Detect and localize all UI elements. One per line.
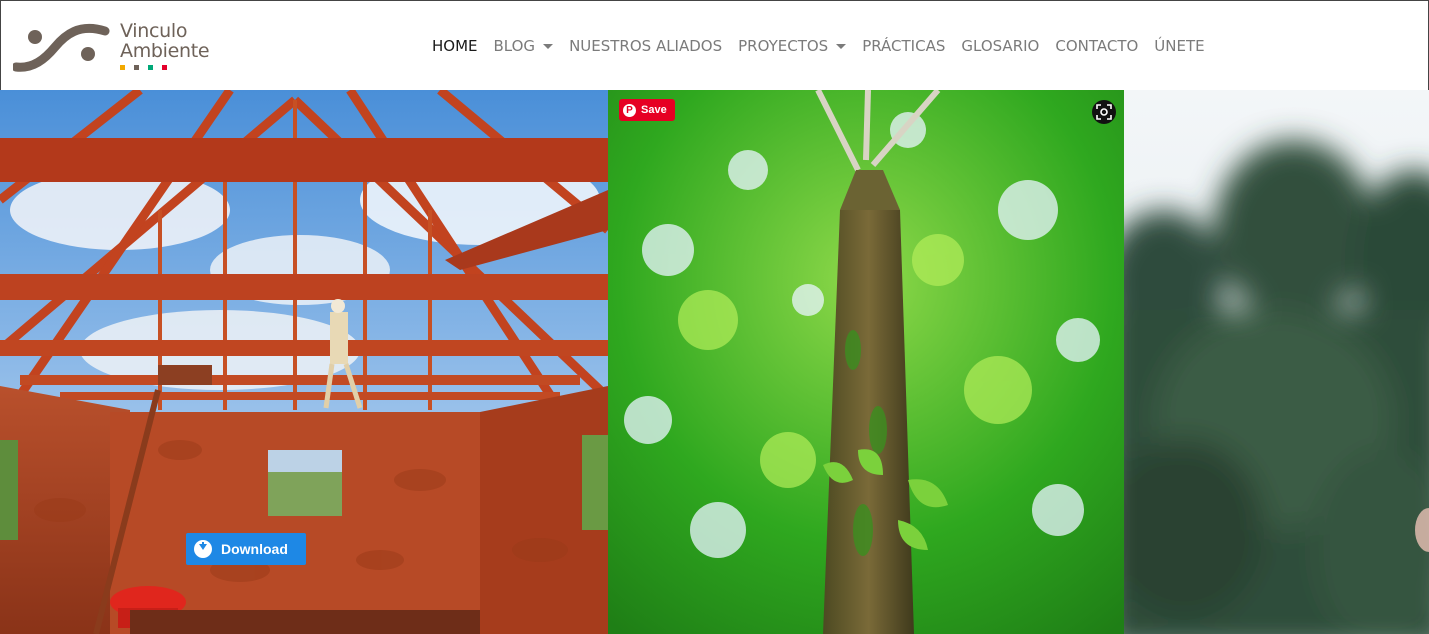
download-circle-icon	[194, 540, 212, 558]
blurred-forest-image	[1124, 90, 1429, 634]
download-label: Download	[221, 541, 288, 557]
tree-canopy-image	[608, 90, 1124, 634]
site-logo[interactable]: Vinculo Ambiente	[13, 19, 233, 73]
nav-item-aliados[interactable]: NUESTROS ALIADOS	[569, 37, 722, 55]
brand-color-dots	[120, 65, 167, 70]
nav-label-aliados: NUESTROS ALIADOS	[569, 37, 723, 55]
nav-item-home[interactable]: HOME	[432, 37, 478, 55]
nav-item-unete[interactable]: ÚNETE	[1154, 37, 1204, 55]
nav-label-practicas: PRÁCTICAS	[862, 37, 946, 55]
brand-line-2: Ambiente	[120, 40, 210, 62]
photo-gallery: Download P Save	[0, 90, 1429, 634]
brand-dot-3	[148, 65, 153, 70]
brand-name: Vinculo Ambiente	[120, 20, 210, 62]
download-button[interactable]: Download	[186, 533, 306, 565]
brand-dot-2	[134, 65, 139, 70]
nav-item-practicas[interactable]: PRÁCTICAS	[862, 37, 945, 55]
nav-item-glosario[interactable]: GLOSARIO	[961, 37, 1039, 55]
brand-dot-1	[120, 65, 125, 70]
nav-label-glosario: GLOSARIO	[961, 37, 1040, 55]
gallery-photo-forest[interactable]	[1124, 90, 1429, 634]
visual-search-button[interactable]	[1092, 100, 1116, 124]
chevron-down-icon	[543, 43, 554, 49]
main-nav: HOME BLOG NUESTROS ALIADOS PROYECTOS PRÁ…	[432, 37, 1221, 55]
pinterest-icon: P	[623, 103, 636, 117]
nav-item-contacto[interactable]: CONTACTO	[1055, 37, 1138, 55]
gallery-photo-house[interactable]: Download	[0, 90, 608, 634]
nav-item-proyectos[interactable]: PROYECTOS	[738, 37, 847, 55]
nav-label-home: HOME	[432, 37, 478, 55]
vinculo-ambiente-swirl-logo	[13, 23, 110, 72]
gallery-photo-tree[interactable]: P Save	[608, 90, 1124, 634]
pinterest-save-button[interactable]: P Save	[619, 99, 675, 121]
nav-label-unete: ÚNETE	[1154, 37, 1205, 55]
nav-item-blog[interactable]: BLOG	[494, 37, 554, 55]
chevron-down-icon	[836, 43, 847, 49]
visual-search-icon	[1096, 104, 1112, 120]
nav-label-blog: BLOG	[493, 37, 536, 55]
site-header: Vinculo Ambiente HOME BLOG NUESTROS ALIA…	[0, 0, 1429, 90]
save-label: Save	[641, 104, 667, 116]
nav-label-proyectos: PROYECTOS	[738, 37, 829, 55]
brand-dot-4	[162, 65, 167, 70]
nav-label-contacto: CONTACTO	[1055, 37, 1139, 55]
brand-line-1: Vinculo	[120, 20, 188, 42]
